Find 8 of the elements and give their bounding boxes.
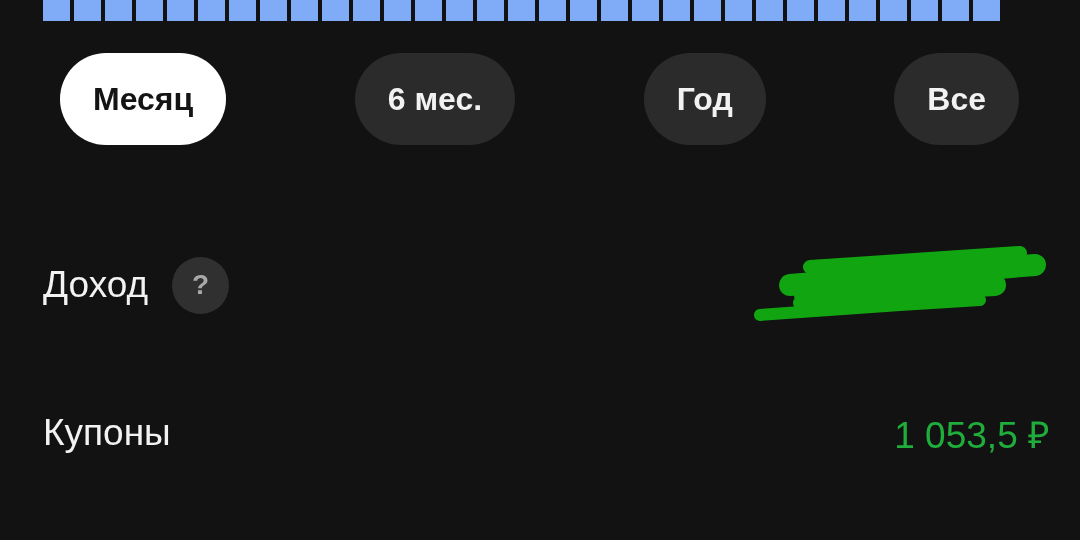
row-label: Купоны xyxy=(43,412,171,454)
period-tab[interactable]: 6 мес. xyxy=(354,53,516,145)
period-tab[interactable]: Месяц xyxy=(60,53,227,145)
row-label: Доход xyxy=(43,264,149,306)
period-tab[interactable]: Все xyxy=(894,53,1019,145)
period-tab[interactable]: Год xyxy=(643,53,766,145)
coupon-amount: 1 053,5 ₽ xyxy=(894,413,1050,458)
help-button[interactable]: ? xyxy=(172,256,230,314)
